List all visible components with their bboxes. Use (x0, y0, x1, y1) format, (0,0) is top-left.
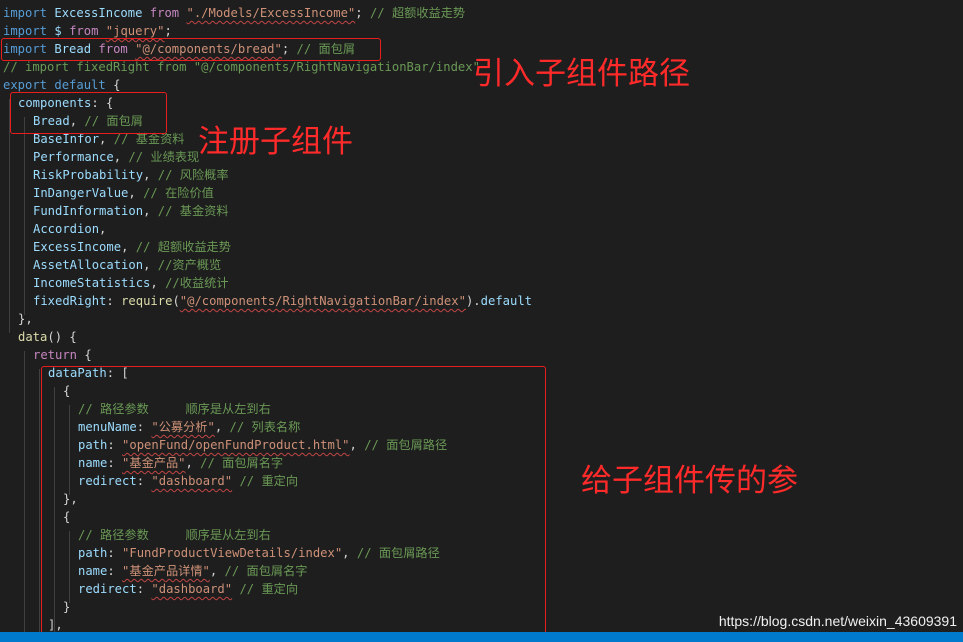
indent-guide (24, 117, 25, 315)
code-token: // 超额收益走势 (369, 6, 466, 20)
annotation-import-path: 引入子组件路径 (473, 56, 690, 92)
code-token: , (150, 276, 166, 290)
code-token: // 基金资料 (157, 204, 229, 218)
code-token: : (106, 294, 122, 308)
code-token: ExcessIncome (54, 6, 143, 20)
code-token: default (480, 294, 533, 308)
code-token: }, (18, 312, 33, 326)
code-token: InDangerValue (33, 186, 129, 200)
code-token: require (121, 294, 173, 308)
indent-guide (24, 351, 25, 634)
code-line: }, (18, 310, 33, 328)
code-token: import (3, 24, 48, 38)
highlight-box-datapath (41, 366, 546, 636)
code-token: , (143, 204, 158, 218)
code-token: , (99, 132, 114, 146)
code-token: fixedRight (33, 294, 107, 308)
code-token: "jquery" (105, 24, 165, 38)
code-token: ( (172, 294, 180, 308)
code-token: import (3, 6, 48, 20)
highlight-box-import (1, 38, 381, 61)
watermark-url: https://blog.csdn.net/weixin_43609391 (718, 613, 957, 629)
code-token: ; (164, 24, 172, 38)
code-token: from (69, 24, 99, 38)
code-token: $ (54, 24, 62, 38)
code-token: // 基金资料 (113, 132, 185, 146)
code-line: RiskProbability, // 风险概率 (33, 166, 229, 184)
code-token: RiskProbability (33, 168, 144, 182)
code-token: default (54, 78, 106, 92)
annotation-props: 给子组件传的参 (581, 463, 798, 499)
code-line: data() { (18, 328, 77, 346)
code-line: fixedRight: require("@/components/RightN… (33, 292, 532, 310)
code-token: //资产概览 (157, 258, 222, 272)
code-line: IncomeStatistics, //收益统计 (33, 274, 229, 292)
code-token: , (143, 258, 158, 272)
code-line: import ExcessIncome from "./Models/Exces… (3, 4, 465, 22)
code-line: FundInformation, // 基金资料 (33, 202, 229, 220)
code-token: data (18, 330, 48, 344)
code-token: , (113, 150, 129, 164)
code-token: ). (465, 294, 481, 308)
code-token: // 在险价值 (143, 186, 214, 200)
code-line: Accordion, (33, 220, 106, 238)
code-token: AssetAllocation (33, 258, 144, 272)
code-token: () { (47, 330, 77, 344)
code-token: Accordion (33, 222, 100, 236)
code-token: , (128, 186, 144, 200)
code-token: , (99, 222, 107, 236)
code-token: export (3, 78, 48, 92)
indent-guide (39, 369, 40, 634)
code-token: "./Models/ExcessIncome" (186, 6, 356, 20)
code-token: // 超额收益走势 (135, 240, 231, 254)
highlight-box-components (10, 92, 167, 134)
code-token: // 风险概率 (157, 168, 229, 182)
code-line: Performance, // 业绩表现 (33, 148, 199, 166)
code-line: return { (33, 346, 92, 364)
code-line: InDangerValue, // 在险价值 (33, 184, 214, 202)
code-token: Performance (33, 150, 114, 164)
code-token: , (121, 240, 136, 254)
code-token: { (105, 78, 121, 92)
code-line: ExcessIncome, // 超额收益走势 (33, 238, 231, 256)
code-token: , (143, 168, 158, 182)
code-token: // import fixedRight from "@/components/… (3, 60, 480, 74)
annotation-register: 注册子组件 (198, 124, 353, 160)
code-token: return (33, 348, 78, 362)
code-token: // 业绩表现 (128, 150, 200, 164)
code-token: ExcessIncome (33, 240, 122, 254)
status-bar (0, 632, 963, 642)
code-token: "@/components/RightNavigationBar/index" (179, 294, 466, 308)
code-token: BaseInfor (33, 132, 100, 146)
code-token: from (149, 6, 180, 20)
code-token: //收益统计 (165, 276, 229, 290)
code-token: ; (355, 6, 370, 20)
code-token: IncomeStatistics (33, 276, 151, 290)
code-line: AssetAllocation, //资产概览 (33, 256, 221, 274)
code-token: FundInformation (33, 204, 144, 218)
code-token: { (77, 348, 92, 362)
indent-guide (9, 99, 10, 333)
